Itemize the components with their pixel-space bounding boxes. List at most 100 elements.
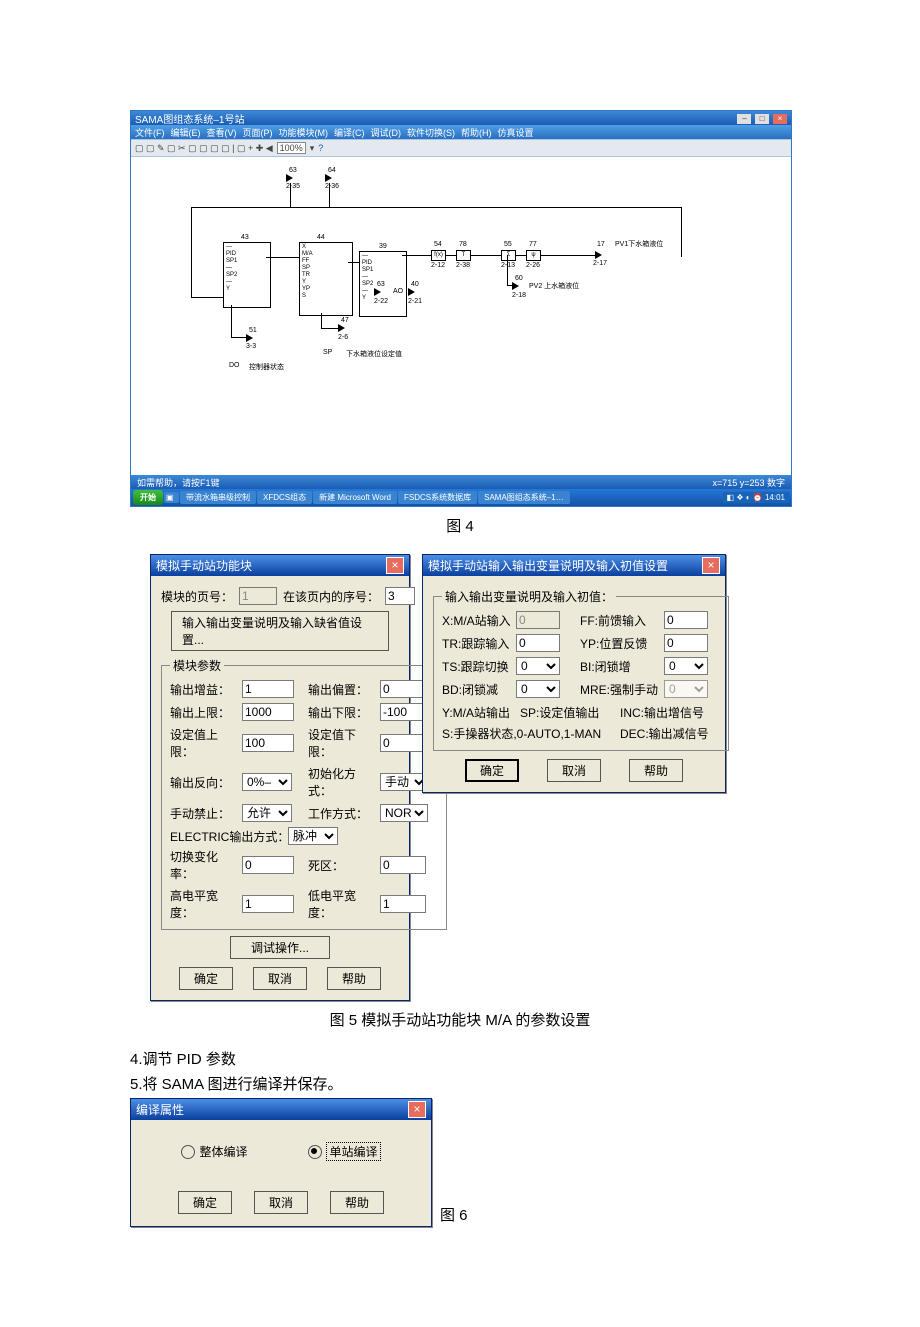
node-64-sub: 2-36 <box>325 183 339 190</box>
idx-input[interactable] <box>385 587 415 605</box>
pid-label: PID <box>362 260 404 267</box>
gain-label: 输出增益： <box>170 681 238 698</box>
start-button[interactable]: 开始 <box>133 490 163 505</box>
menu-help[interactable]: 帮助(H) <box>461 126 492 139</box>
init-select[interactable]: 手动 <box>380 773 428 791</box>
close-icon[interactable]: × <box>702 557 720 574</box>
task-4[interactable]: FSDCS系统数据库 <box>398 491 477 504</box>
block-t-78[interactable]: T <box>456 250 471 261</box>
wire <box>191 207 681 208</box>
tr-input[interactable] <box>516 634 560 652</box>
node-64: 64 <box>328 167 336 174</box>
outrev-label: 输出反向： <box>170 774 238 791</box>
ok-button[interactable]: 确定 <box>465 759 519 782</box>
outhi-input[interactable] <box>242 703 294 721</box>
task-3[interactable]: 新建 Microsoft Word <box>313 491 397 504</box>
menu-debug[interactable]: 调试(D) <box>371 126 402 139</box>
close-button[interactable]: × <box>773 114 787 124</box>
lo-input[interactable] <box>380 895 426 913</box>
menu-view[interactable]: 查看(V) <box>207 126 237 139</box>
node-51-sub: 3-3 <box>246 343 256 350</box>
ts-select[interactable]: 0 <box>516 657 560 675</box>
chg-input[interactable] <box>242 856 294 874</box>
bi-select[interactable]: 0 <box>664 657 708 675</box>
block-fx-54[interactable]: f(x) <box>431 250 446 261</box>
sphi-label: 设定值上限： <box>170 726 238 760</box>
dlg-compile-title: 编译属性 × <box>131 1099 431 1120</box>
hi-input[interactable] <box>242 895 294 913</box>
cancel-button[interactable]: 取消 <box>547 759 601 782</box>
toolbar: ▢ ▢ ✎ ▢ ✂ ▢ ▢ ▢ ▢ | ▢ + ✚ ◀ 100% ▾ ? <box>131 139 791 157</box>
help-button[interactable]: 帮助 <box>327 967 381 990</box>
wire <box>290 183 291 207</box>
menu-page[interactable]: 页面(P) <box>243 126 273 139</box>
task-5[interactable]: SAMA图组态系统–1… <box>478 491 570 504</box>
io-settings-button[interactable]: 输入输出变量说明及输入缺省值设置... <box>171 611 389 651</box>
yp-input[interactable] <box>664 634 708 652</box>
sama-window: SAMA图组态系统–1号站 – □ × 文件(F) 编辑(E) 查看(V) 页面… <box>130 110 792 507</box>
node-63: 63 <box>289 167 297 174</box>
node-78-sub: 2-38 <box>456 262 470 269</box>
maximize-button[interactable]: □ <box>755 114 769 124</box>
node-77: 77 <box>529 241 537 248</box>
tool-help-icon[interactable]: ? <box>318 143 323 153</box>
radio-whole[interactable]: 整体编译 <box>181 1142 247 1161</box>
menu-switch[interactable]: 软件切换(S) <box>407 126 455 139</box>
close-icon[interactable]: × <box>408 1101 426 1118</box>
radio-single[interactable]: 单站编译 <box>308 1142 380 1161</box>
gain-input[interactable] <box>242 680 294 698</box>
dead-input[interactable] <box>380 856 426 874</box>
minimize-button[interactable]: – <box>737 114 751 124</box>
diagram-canvas[interactable]: 63 2-35 64 2-36 43 —PID SP1—SP2—Y 44 XM/… <box>131 157 791 475</box>
elec-select[interactable]: 脉冲 <box>288 827 338 845</box>
menu-sim[interactable]: 仿真设置 <box>498 126 534 139</box>
status-bar: 如需帮助，请按F1键 x=715 y=253 数字 <box>131 475 791 489</box>
tool-icons[interactable]: ▢ ▢ ✎ ▢ ✂ ▢ ▢ ▢ ▢ | ▢ + ✚ ◀ <box>135 143 273 154</box>
window-titlebar: SAMA图组态系统–1号站 – □ × <box>131 111 791 125</box>
sphi-input[interactable] <box>242 734 294 752</box>
wire <box>191 297 223 298</box>
yp-label: YP:位置反馈 <box>580 635 660 652</box>
cancel-button[interactable]: 取消 <box>253 967 307 990</box>
outlo-input[interactable] <box>380 703 426 721</box>
ff-input[interactable] <box>664 611 708 629</box>
debug-button[interactable]: 调试操作... <box>230 936 330 959</box>
bd-select[interactable]: 0 <box>516 680 560 698</box>
block-sigma-55[interactable]: Σ <box>501 250 516 261</box>
taskbar-time: 14:01 <box>765 493 785 502</box>
menu-edit[interactable]: 编辑(E) <box>171 126 201 139</box>
params-group: 模块参数 输出增益： 输出偏置： 输出上限： 输出下限： 设定值上限： 设定值下… <box>161 657 447 930</box>
arrow-icon <box>286 174 293 182</box>
cancel-button[interactable]: 取消 <box>254 1191 308 1214</box>
block-ma-44[interactable]: XM/A FFSPTRYYPS <box>299 242 353 316</box>
pv2-label: PV2 上水箱液位 <box>529 281 579 291</box>
ok-button[interactable]: 确定 <box>179 967 233 990</box>
tray[interactable]: ◧ ❖ ◐ ⏰ 14:01 <box>723 492 789 503</box>
outrev-select[interactable]: 0%– <box>242 773 292 791</box>
task-1[interactable]: 带流水箱串级控制 <box>180 491 256 504</box>
x-input <box>516 611 560 629</box>
help-button[interactable]: 帮助 <box>629 759 683 782</box>
menu-compile[interactable]: 编译(C) <box>334 126 365 139</box>
block-fx-77[interactable]: ψ <box>526 250 541 261</box>
elec-label: ELECTRIC输出方式： <box>170 828 282 845</box>
zoom-field[interactable]: 100% <box>277 142 306 154</box>
outhi-label: 输出上限： <box>170 704 238 721</box>
splo-input[interactable] <box>380 734 426 752</box>
close-icon[interactable]: × <box>386 557 404 574</box>
menu-file[interactable]: 文件(F) <box>135 126 165 139</box>
dlg-io-title-text: 模拟手动站输入输出变量说明及输入初值设置 <box>428 557 668 574</box>
wire <box>266 257 299 258</box>
help-button[interactable]: 帮助 <box>330 1191 384 1214</box>
bias-input[interactable] <box>380 680 426 698</box>
work-select[interactable]: NOR <box>380 804 428 822</box>
ok-button[interactable]: 确定 <box>178 1191 232 1214</box>
outlo-label: 输出下限： <box>308 704 376 721</box>
zoom-down-icon[interactable]: ▾ <box>310 143 315 154</box>
menu-module[interactable]: 功能模块(M) <box>279 126 329 139</box>
task-icon[interactable]: ▣ <box>164 492 179 503</box>
block-pid-43[interactable]: —PID SP1—SP2—Y <box>223 242 271 308</box>
radio-icon <box>308 1145 322 1159</box>
manforbid-select[interactable]: 允许 <box>242 804 292 822</box>
task-2[interactable]: XFDCS组态 <box>257 491 312 504</box>
